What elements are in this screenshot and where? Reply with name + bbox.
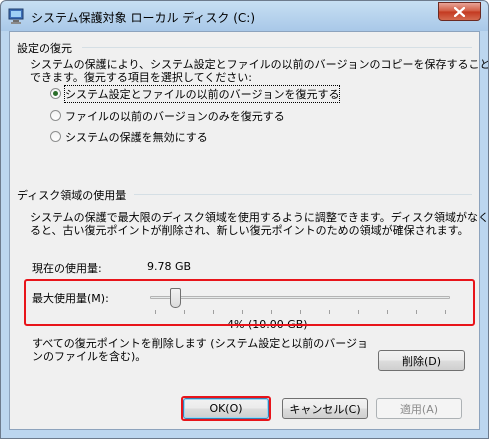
restore-settings-description-line2: できます。復元する項目を選択してください: xyxy=(30,71,252,84)
restore-settings-title: 設定の復元 xyxy=(17,42,72,55)
disk-usage-description-line2: ると、古い復元ポイントが削除され、新しい復元ポイントのための領域が確保されます。 xyxy=(30,224,469,237)
radio-label: システムの保護を無効にする xyxy=(65,131,208,144)
radio-button[interactable] xyxy=(50,110,61,121)
apply-button[interactable]: 適用(A) xyxy=(376,398,462,419)
radio-label: システム設定とファイルの以前のバージョンを復元する xyxy=(63,85,341,103)
dialog-window: システム保護対象 ローカル ディスク (C:) 設定の復元 システムの保護により… xyxy=(0,0,489,439)
cancel-button[interactable]: キャンセル(C) xyxy=(282,398,368,419)
window-title: システム保護対象 ローカル ディスク (C:) xyxy=(31,11,256,25)
delete-description-line2: ンのファイルを含む)。 xyxy=(32,350,147,363)
radio-button[interactable] xyxy=(50,131,61,142)
close-button[interactable] xyxy=(438,2,481,21)
computer-icon xyxy=(8,8,24,24)
close-icon xyxy=(454,6,465,17)
radio-button[interactable] xyxy=(50,88,61,99)
max-usage-highlight xyxy=(24,279,475,326)
radio-label: ファイルの以前のバージョンのみを復元する xyxy=(65,110,285,123)
current-usage-value: 9.78 GB xyxy=(147,260,192,273)
delete-button[interactable]: 削除(D) xyxy=(378,350,465,371)
disk-usage-divider xyxy=(134,194,472,195)
current-usage-label: 現在の使用量: xyxy=(32,262,102,275)
restore-settings-divider xyxy=(82,47,472,48)
disk-usage-title: ディスク領域の使用量 xyxy=(17,189,127,202)
title-bar[interactable]: システム保護対象 ローカル ディスク (C:) xyxy=(1,1,488,31)
dialog-body: 設定の復元 システムの保護により、システム設定とファイルの以前のバージョンのコピ… xyxy=(9,31,488,430)
ok-button-highlight xyxy=(181,396,271,421)
